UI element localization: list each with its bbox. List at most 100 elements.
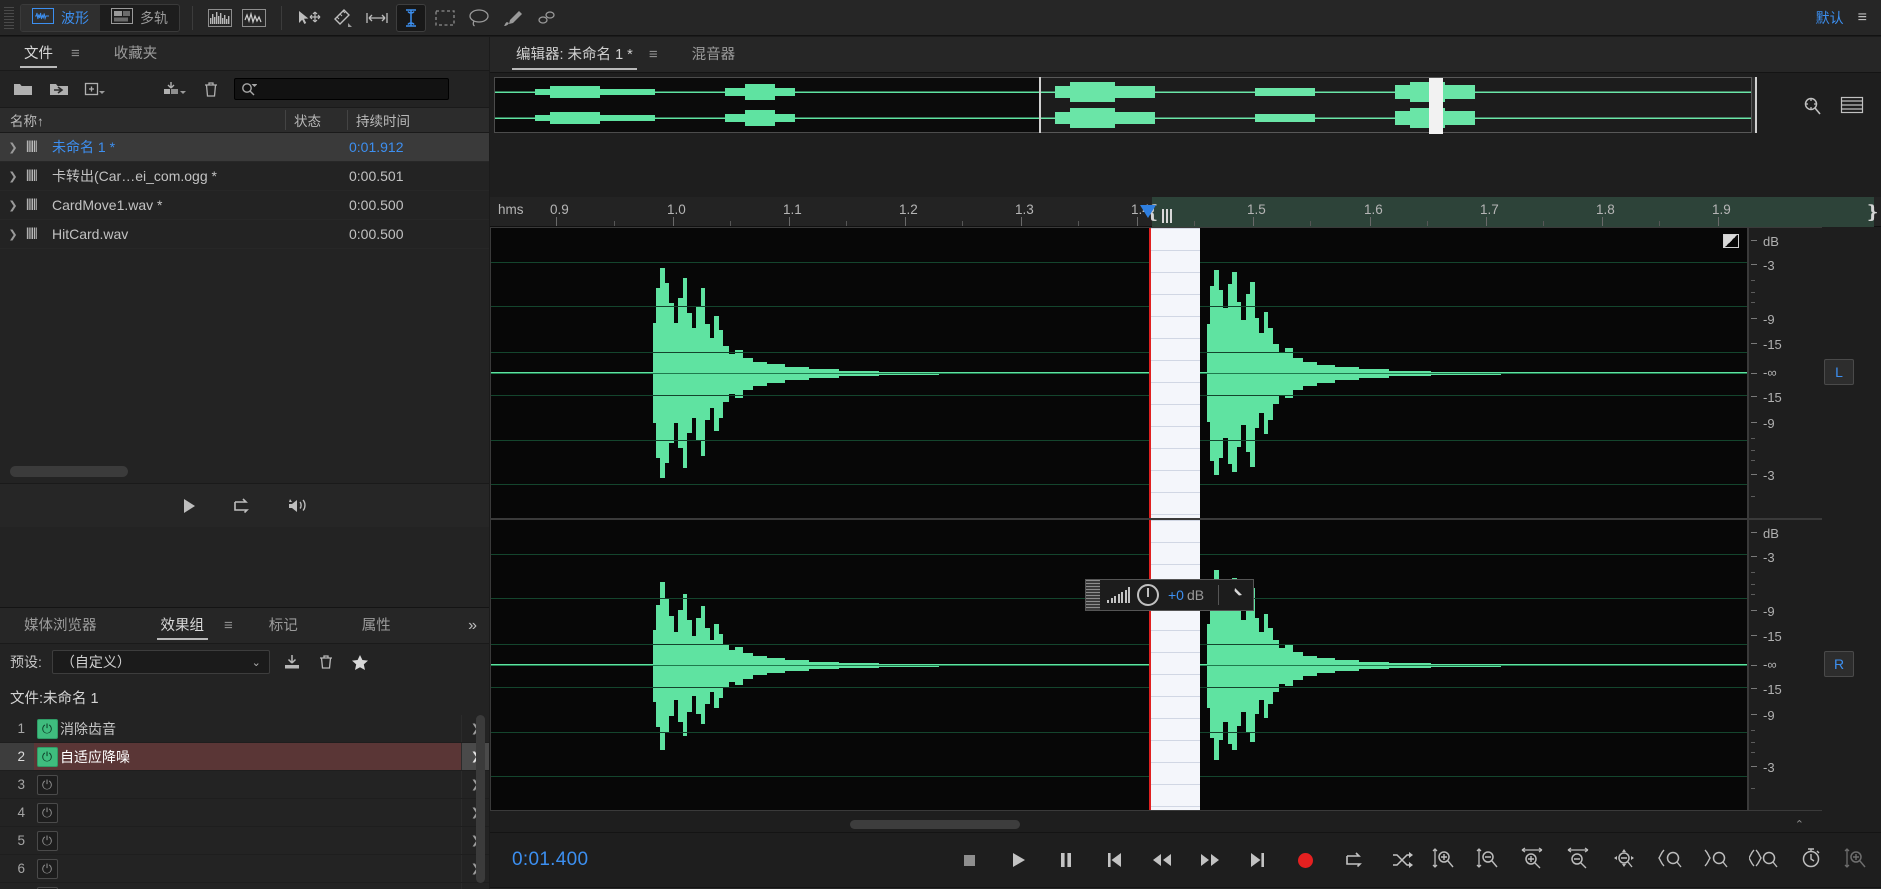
playhead-marker[interactable] — [1140, 205, 1157, 225]
loop-icon[interactable] — [232, 497, 252, 515]
move-tool-icon[interactable] — [294, 4, 324, 32]
zoom-navigator-icon[interactable] — [1797, 90, 1827, 120]
navigator-overview[interactable] — [494, 77, 1757, 134]
play-icon[interactable] — [180, 497, 198, 515]
power-icon[interactable]: ⏻ — [36, 718, 58, 739]
spectral-frequency-icon[interactable] — [205, 4, 235, 32]
zoom-in-amplitude-icon[interactable] — [1431, 847, 1455, 874]
play-icon[interactable] — [1007, 849, 1029, 871]
gain-hud[interactable]: +0 dB — [1085, 579, 1255, 611]
mode-waveform-button[interactable]: 波形 — [21, 4, 100, 31]
zoom-out-full-icon[interactable] — [1611, 847, 1637, 874]
list-item[interactable]: 6 ⏻ ❯ — [0, 855, 489, 883]
import-folder-icon[interactable] — [46, 77, 72, 101]
gain-knob-icon[interactable] — [1137, 584, 1159, 606]
preset-dropdown[interactable]: （自定义） ⌄ — [51, 650, 270, 674]
list-item[interactable]: 7 ⏻ ❯ — [0, 883, 489, 889]
files-horizontal-scrollbar[interactable] — [10, 466, 128, 477]
paintbrush-selection-tool-icon[interactable] — [498, 4, 528, 32]
playhead-grip-icon[interactable] — [1162, 209, 1174, 223]
expand-chevron-icon[interactable]: ❯ — [0, 199, 26, 212]
zoom-out-time-icon[interactable] — [1565, 846, 1591, 874]
zoom-to-selection-out-icon[interactable] — [1703, 847, 1729, 874]
table-row[interactable]: ❯ ⫴⫴ CardMove1.wav * 0:00.500 — [0, 191, 489, 220]
selection-band-right[interactable] — [1150, 520, 1200, 810]
gain-value[interactable]: +0 — [1165, 587, 1187, 603]
rewind-icon[interactable] — [1151, 849, 1173, 871]
rack-vertical-scrollbar[interactable] — [476, 715, 485, 883]
navigator-playhead-block[interactable] — [1429, 78, 1443, 134]
editor-scroll-thumb[interactable] — [850, 819, 1020, 829]
list-item[interactable]: 2 ⏻ 自适应降噪 ❯ — [0, 743, 489, 771]
column-name[interactable]: 名称↑ — [0, 110, 285, 130]
channel-label-right[interactable]: R — [1824, 651, 1854, 677]
navigator-selection-range[interactable] — [1039, 77, 1757, 133]
list-item[interactable]: 5 ⏻ ❯ — [0, 827, 489, 855]
search-input[interactable] — [234, 78, 449, 100]
zoom-history-icon[interactable] — [1799, 847, 1823, 874]
tab-effects-rack[interactable]: 效果组 — [151, 609, 215, 643]
auto-play-icon[interactable] — [286, 497, 310, 515]
skip-to-end-icon[interactable] — [1247, 849, 1269, 871]
list-item[interactable]: 3 ⏻ ❯ — [0, 771, 489, 799]
record-icon[interactable] — [1295, 849, 1317, 871]
slip-tool-icon[interactable] — [328, 4, 358, 32]
marquee-selection-tool-icon[interactable] — [430, 4, 460, 32]
zoom-to-selection-in-icon[interactable] — [1657, 847, 1683, 874]
power-icon[interactable]: ⏻ — [36, 858, 58, 879]
slot-options-chevron-icon[interactable]: ❯ — [461, 883, 489, 889]
skip-to-start-icon[interactable] — [1103, 849, 1125, 871]
power-icon[interactable]: ⏻ — [36, 830, 58, 851]
list-item[interactable]: 4 ⏻ ❯ — [0, 799, 489, 827]
column-status[interactable]: 状态 — [285, 110, 347, 130]
favorite-icon[interactable] — [348, 650, 372, 674]
save-preset-icon[interactable] — [280, 650, 304, 674]
column-duration[interactable]: 持续时间 — [347, 110, 489, 130]
tab-mixer[interactable]: 混音器 — [684, 37, 744, 73]
spot-healing-brush-tool-icon[interactable] — [532, 4, 562, 32]
channel-left[interactable] — [490, 227, 1748, 519]
expand-chevron-icon[interactable]: ❯ — [0, 228, 26, 241]
skip-selection-icon[interactable] — [1391, 849, 1413, 871]
timeline-ruler[interactable]: hms 0.9 1.0 1.1 1.2 1.3 1.4 1.5 1.6 1.7 … — [490, 197, 1881, 227]
workspace-name[interactable]: 默认 — [1816, 8, 1844, 28]
table-row[interactable]: ❯ ⫴⫴ HitCard.wav 0:00.500 — [0, 220, 489, 249]
expand-chevron-icon[interactable]: ❯ — [0, 170, 26, 183]
zoom-out-amplitude-icon[interactable] — [1475, 847, 1499, 874]
timecode-display[interactable]: 0:01.400 — [490, 849, 588, 871]
delete-icon[interactable] — [198, 77, 224, 101]
zoom-amplitude-disabled-icon[interactable] — [1843, 847, 1867, 874]
tab-media-browser[interactable]: 媒体浏览器 — [14, 609, 107, 643]
tab-properties[interactable]: 属性 — [352, 609, 401, 643]
spectral-pitch-icon[interactable] — [239, 4, 269, 32]
new-file-icon[interactable] — [82, 77, 108, 101]
toolbar-drag-grip[interactable] — [4, 6, 14, 29]
open-file-icon[interactable] — [10, 77, 36, 101]
list-item[interactable]: 1 ⏻ 消除齿音 ❯ — [0, 715, 489, 743]
channel-label-left[interactable]: L — [1824, 359, 1854, 385]
workspace-menu-icon[interactable]: ≡ — [1858, 9, 1867, 27]
db-scale-right[interactable]: dB -3 -9 -15 -∞ -15 -9 -3 — [1748, 519, 1822, 811]
export-icon[interactable] — [162, 77, 188, 101]
editor-horizontal-scrollbar[interactable]: ⌃ — [490, 816, 1822, 832]
mode-multitrack-button[interactable]: 多轨 — [100, 5, 179, 31]
loop-playback-icon[interactable] — [1343, 849, 1365, 871]
files-panel-menu-icon[interactable]: ≡ — [63, 45, 88, 62]
selection-end-bracket-icon[interactable]: ❵ — [1865, 202, 1880, 223]
table-row[interactable]: ❯ ⫴⫴ 未命名 1 * 0:01.912 — [0, 133, 489, 162]
power-icon[interactable]: ⏻ — [36, 802, 58, 823]
db-scale-left[interactable]: dB -3 -9 -15 -∞ -15 -9 -3 — [1748, 227, 1822, 519]
time-selection-tool-icon[interactable] — [362, 4, 392, 32]
lasso-selection-tool-icon[interactable] — [464, 4, 494, 32]
rack-more-tabs-icon[interactable]: » — [468, 617, 489, 635]
stop-icon[interactable] — [959, 849, 981, 871]
tab-markers[interactable]: 标记 — [259, 609, 308, 643]
tab-files[interactable]: 文件 — [14, 37, 63, 71]
fast-forward-icon[interactable] — [1199, 849, 1221, 871]
table-row[interactable]: ❯ ⫴⫴ 卡转出(Car…ei_com.ogg * 0:00.501 — [0, 162, 489, 191]
zoom-in-time-icon[interactable] — [1519, 846, 1545, 874]
tab-favorites[interactable]: 收藏夹 — [104, 37, 168, 71]
pause-icon[interactable] — [1055, 849, 1077, 871]
zoom-to-selection-icon[interactable] — [1748, 847, 1779, 874]
selection-band-left[interactable] — [1150, 228, 1200, 518]
